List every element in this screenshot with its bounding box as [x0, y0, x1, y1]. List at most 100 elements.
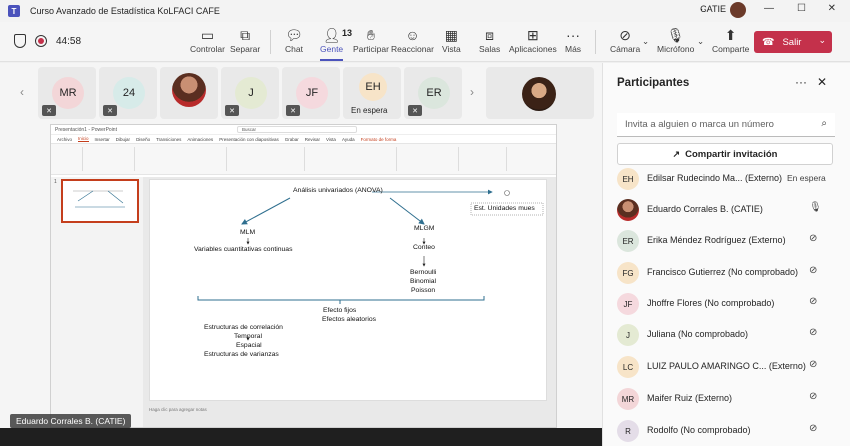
recording-icon	[35, 35, 47, 47]
participant-row[interactable]: FG Francisco Gutierrez (No comprobado) ⊘	[603, 257, 850, 289]
invite-input[interactable]: Invita a alguien o marca un número ⌕	[617, 113, 835, 137]
ribbon-group[interactable]	[307, 147, 397, 171]
participant-tile[interactable]	[160, 67, 218, 119]
mic-off-icon: ✕	[225, 105, 239, 116]
share-icon: ⬆	[724, 27, 737, 43]
shield-icon	[14, 34, 26, 48]
rooms-button[interactable]: ⧈ Salas	[479, 26, 500, 54]
control-button[interactable]: ▭ Controlar	[190, 26, 225, 54]
screen-icon: ▭	[200, 27, 215, 43]
more-icon: ···	[566, 27, 581, 43]
mic-options-chevron-icon[interactable]: ⌄	[697, 36, 704, 47]
mic-off-icon: ✕	[286, 105, 300, 116]
ppt-tab[interactable]: Archivo	[57, 137, 72, 142]
teams-logo-icon: T	[8, 5, 20, 17]
title-bar: T Curso Avanzado de Estadística KoLFACI …	[0, 0, 850, 22]
participant-tile-waiting[interactable]: EH En espera	[343, 67, 401, 119]
raise-hand-button[interactable]: ✋︎ Participar	[353, 26, 389, 54]
slide-canvas[interactable]: Análisis univariados (ANOVA) Est. Unidad…	[149, 179, 547, 401]
ppt-tab[interactable]: Transiciones	[156, 137, 181, 142]
close-window-icon[interactable]: ✕	[828, 3, 836, 14]
mic-off-icon: ⊘	[809, 265, 818, 276]
participant-row[interactable]: EH Edilsar Rudecindo Ma... (Externo) En …	[603, 163, 850, 195]
chat-button[interactable]: 💬︎ Chat	[285, 26, 303, 54]
more-button[interactable]: ··· Más	[565, 26, 581, 54]
participant-row[interactable]: ER Erika Méndez Rodríguez (Externo) ⊘	[603, 225, 850, 257]
camera-button[interactable]: ⊘ Cámara	[610, 26, 640, 54]
people-button[interactable]: 👤︎ 13 Gente	[320, 26, 352, 61]
smile-icon: ☺	[405, 27, 420, 43]
ppt-tab[interactable]: Grabar	[285, 137, 299, 142]
ppt-tab[interactable]: Animaciones	[187, 137, 213, 142]
react-button[interactable]: ☺ Reaccionar	[391, 26, 434, 54]
slide-thumbnail[interactable]	[61, 179, 139, 223]
undock-button[interactable]: ⧉ Separar	[230, 26, 260, 54]
notes-placeholder[interactable]: Haga clic para agregar notas	[149, 407, 207, 412]
participant-tile[interactable]: ER ✕	[404, 67, 462, 119]
maximize-icon[interactable]: ☐	[797, 3, 806, 14]
ppt-tab[interactable]: Inicio	[78, 136, 89, 142]
ppt-search-input[interactable]: Buscar	[236, 126, 357, 133]
mic-off-icon: ⊘	[809, 233, 818, 244]
close-icon[interactable]: ✕	[817, 75, 827, 89]
ribbon-group[interactable]	[137, 147, 227, 171]
participant-row[interactable]: MR Maifer Ruiz (Externo) ⊘	[603, 383, 850, 415]
shared-taskbar	[0, 428, 602, 446]
chevron-down-icon[interactable]: ⌄	[818, 35, 826, 46]
slide-text-anova: Análisis univariados (ANOVA)	[293, 187, 383, 194]
people-count: 13	[342, 28, 353, 38]
mic-off-icon: ⊘	[809, 423, 818, 434]
ppt-tab[interactable]: Diseño	[136, 137, 150, 142]
share-button[interactable]: ⬆ Comparte	[712, 26, 749, 54]
ppt-tab[interactable]: Vista	[326, 137, 336, 142]
rooms-icon: ⧈	[485, 27, 495, 43]
participant-row[interactable]: JF Jhoffre Flores (No comprobado) ⊘	[603, 288, 850, 320]
ppt-tab[interactable]: Presentación con diapositivas	[219, 137, 279, 142]
ribbon-group[interactable]	[229, 147, 305, 171]
ppt-tab[interactable]: Formato de forma	[361, 137, 397, 142]
avatar[interactable]	[730, 2, 746, 18]
ribbon-group[interactable]	[85, 147, 135, 171]
leave-button[interactable]: ☎ Salir ⌄	[754, 31, 832, 53]
participant-tile[interactable]: MR ✕	[38, 67, 96, 119]
ribbon-group[interactable]	[461, 147, 507, 171]
participant-row[interactable]: J Juliana (No comprobado) ⊘	[603, 319, 850, 351]
minimize-icon[interactable]: —	[764, 3, 774, 14]
mic-on-icon: 🎙︎	[809, 202, 822, 213]
view-icon: ▦	[444, 27, 458, 43]
participant-tile[interactable]: J ✕	[221, 67, 279, 119]
slide-text-mlgm: MLGM	[414, 225, 435, 232]
ppt-tab[interactable]: Dibujar	[116, 137, 130, 142]
chevron-left-icon[interactable]: ‹	[20, 85, 24, 99]
ppt-tab[interactable]: Revisar	[305, 137, 320, 142]
avatar	[522, 77, 556, 111]
waiting-label: En espera	[351, 106, 388, 115]
user-name: CATIE	[700, 4, 726, 14]
participant-tile[interactable]: 24 ✕	[99, 67, 157, 119]
participant-row[interactable]: LC LUIZ PAULO AMARINGO C... (Externo) ⊘	[603, 351, 850, 383]
view-button[interactable]: ▦ Vista	[442, 26, 461, 54]
ribbon-group[interactable]	[53, 147, 83, 171]
share-invite-button[interactable]: ↗ Compartir invitación	[617, 143, 833, 165]
apps-button[interactable]: ⊞ Aplicaciones	[509, 26, 557, 54]
ppt-tab[interactable]: Ayuda	[342, 137, 355, 142]
mic-off-icon: 🎙︎	[666, 27, 685, 43]
slide-text-mlm: MLM	[240, 229, 256, 236]
chevron-right-icon[interactable]: ›	[470, 85, 474, 99]
slide-thumbnails: 1	[51, 177, 143, 427]
self-video-tile[interactable]	[486, 67, 594, 119]
camera-options-chevron-icon[interactable]: ⌄	[642, 36, 649, 47]
more-options-icon[interactable]: ···	[795, 75, 807, 89]
ppt-tab[interactable]: Insertar	[95, 137, 110, 142]
participant-row[interactable]: R Rodolfo (No comprobado) ⊘	[603, 415, 850, 446]
ribbon-group[interactable]	[399, 147, 459, 171]
slide-text-poisson: Poisson	[411, 287, 436, 294]
microphone-button[interactable]: 🎙︎ Micrófono	[657, 26, 694, 54]
participant-tile[interactable]: JF ✕	[282, 67, 340, 119]
avatar	[172, 73, 206, 107]
participant-row[interactable]: Eduardo Corrales B. (CATIE) 🎙︎	[603, 194, 850, 226]
video-strip: ‹ MR ✕ 24 ✕ J ✕ JF ✕ EH En espera ER ✕ ›	[0, 63, 602, 123]
slide-text-efectos-fijos: Efecto fijos	[323, 307, 357, 314]
share-link-icon: ↗	[672, 148, 681, 159]
ribbon-group[interactable]	[509, 147, 555, 171]
